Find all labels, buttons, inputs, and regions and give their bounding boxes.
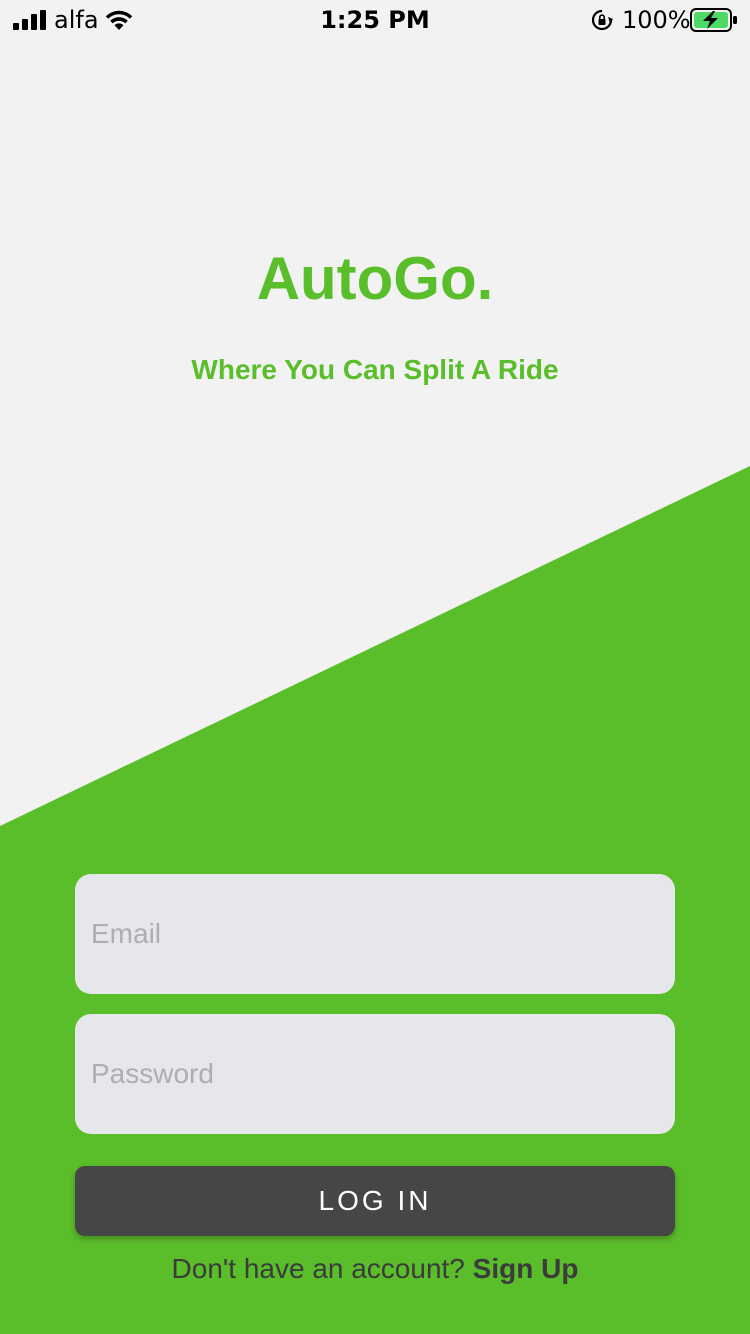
- battery-charging-icon: [690, 8, 737, 32]
- status-bar: alfa 1:25 PM 100%: [0, 0, 750, 40]
- battery-percent: 100%: [622, 6, 691, 34]
- signup-link[interactable]: Sign Up: [473, 1253, 579, 1284]
- signup-prompt-row: Don't have an account? Sign Up: [0, 1252, 750, 1286]
- app-tagline: Where You Can Split A Ride: [191, 354, 559, 385]
- login-screen: alfa 1:25 PM 100% AutoGo. Where You Can …: [0, 0, 750, 1334]
- rotation-lock-icon: [591, 9, 613, 31]
- signup-prompt-text: Don't have an account?: [171, 1253, 465, 1284]
- email-field[interactable]: [75, 874, 675, 994]
- app-title: AutoGo.: [256, 245, 494, 312]
- password-field[interactable]: [75, 1014, 675, 1134]
- login-button[interactable]: LOG IN: [75, 1166, 675, 1236]
